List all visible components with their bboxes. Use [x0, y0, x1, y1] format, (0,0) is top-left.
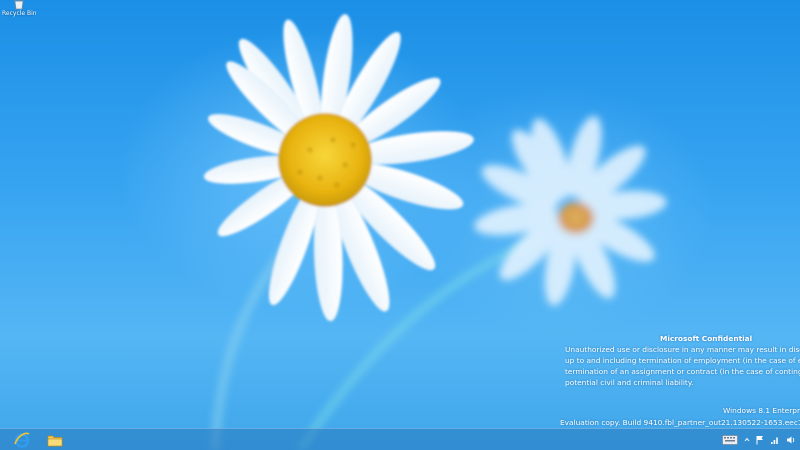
- desktop-icon-label: Recycle Bin: [2, 10, 36, 17]
- system-tray: [722, 432, 796, 448]
- flag-icon[interactable]: [756, 435, 764, 445]
- taskbar: [0, 428, 800, 450]
- network-icon[interactable]: [770, 435, 780, 445]
- background-daisy: [474, 116, 667, 306]
- volume-icon[interactable]: [786, 435, 796, 445]
- keyboard-input-icon[interactable]: [722, 435, 738, 445]
- show-hidden-icons-chevron[interactable]: [744, 437, 750, 443]
- main-daisy: [203, 14, 474, 322]
- windows-edition: Windows 8.1 Enterpr: [722, 406, 800, 415]
- watermark-line: potential civil and criminal liability.: [565, 378, 694, 387]
- watermark-title: Microsoft Confidential: [660, 334, 753, 343]
- desktop: Recycle Bin Microsoft Confidential Unaut…: [0, 0, 800, 450]
- taskbar-internet-explorer[interactable]: [7, 431, 37, 449]
- confidential-watermark: Microsoft Confidential Unauthorized use …: [565, 333, 800, 388]
- watermark-line: up to and including termination of emplo…: [565, 356, 800, 365]
- watermark-line: Unauthorized use or disclosure in any ma…: [565, 345, 800, 354]
- recycle-bin-icon: [14, 0, 24, 10]
- file-explorer-icon: [47, 435, 63, 447]
- desktop-icon-recycle-bin[interactable]: Recycle Bin: [2, 0, 36, 17]
- internet-explorer-icon: [14, 432, 30, 448]
- build-info: Windows 8.1 Enterpr Evaluation copy. Bui…: [560, 405, 800, 429]
- watermark-line: termination of an assignment or contract…: [565, 367, 800, 376]
- taskbar-file-explorer[interactable]: [40, 431, 70, 449]
